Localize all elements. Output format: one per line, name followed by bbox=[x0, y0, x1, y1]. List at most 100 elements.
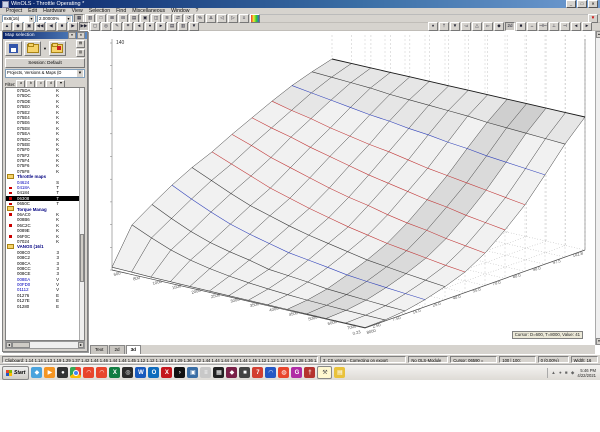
toolbar2-button-12[interactable]: ◄ bbox=[134, 22, 144, 31]
toolbar2-button-0[interactable]: ▲ bbox=[2, 22, 12, 31]
session-button[interactable]: Session: Default bbox=[5, 58, 85, 68]
scroll-down-arrow[interactable]: ▼ bbox=[596, 338, 600, 345]
panel-horizontal-scrollbar[interactable]: ◄ ► bbox=[5, 341, 85, 349]
svg-text:2.50: 2.50 bbox=[372, 322, 382, 329]
minimize-button[interactable]: _ bbox=[566, 0, 576, 8]
toolbar2-button-11[interactable]: ⌗ bbox=[123, 22, 133, 31]
scroll-thumb[interactable] bbox=[12, 342, 30, 348]
svg-text:600: 600 bbox=[113, 270, 122, 277]
plot-vertical-scrollbar[interactable]: ▲ ▼ bbox=[595, 31, 600, 345]
toolbar1-button-13[interactable]: ◁ bbox=[217, 14, 227, 23]
toolbar2r-button-6[interactable]: ◆ bbox=[494, 22, 504, 31]
scroll-up-arrow[interactable]: ▲ bbox=[596, 31, 600, 38]
toolbar2-button-13[interactable]: ● bbox=[145, 22, 155, 31]
maroon-app-icon[interactable]: ◆ bbox=[226, 367, 238, 378]
maximize-button[interactable]: □ bbox=[577, 0, 587, 8]
red-marker-icon bbox=[9, 235, 12, 238]
toolbar2r-button-12[interactable]: ⊣ bbox=[560, 22, 570, 31]
media-player-icon[interactable]: ▶ bbox=[44, 367, 56, 378]
menu-item-hardware[interactable]: Hardware bbox=[40, 8, 69, 14]
red-seven-app-icon[interactable]: 7 bbox=[252, 367, 264, 378]
blue-circle-app-icon[interactable]: ◠ bbox=[265, 367, 277, 378]
toolbar2-button-6[interactable]: ▶ bbox=[68, 22, 78, 31]
yellow-window-app-icon[interactable]: ▤ bbox=[334, 367, 346, 378]
toolbar1-button-12[interactable]: Δ bbox=[206, 14, 216, 23]
toolbar2r-button-8[interactable]: ■ bbox=[516, 22, 526, 31]
toolbar2-button-14[interactable]: ► bbox=[156, 22, 166, 31]
toolbar2-button-8[interactable]: ▢ bbox=[90, 22, 100, 31]
export-button[interactable]: ▤ bbox=[76, 39, 85, 48]
swirl-app-icon-2[interactable]: ◠ bbox=[96, 367, 108, 378]
toolbar2r-button-0[interactable]: ♦ bbox=[428, 22, 438, 31]
notes-app-icon[interactable]: ≡ bbox=[200, 367, 212, 378]
color-scale-button[interactable] bbox=[250, 14, 260, 23]
menu-item-edit[interactable]: Edit bbox=[25, 8, 40, 14]
tab-2d[interactable]: 2d bbox=[109, 345, 125, 354]
toolbar2-button-4[interactable]: ◀ bbox=[46, 22, 56, 31]
start-button[interactable]: Start bbox=[2, 365, 30, 380]
toolbar2r-button-9[interactable]: ↔ bbox=[527, 22, 537, 31]
toolbar2-button-1[interactable]: ◆ bbox=[13, 22, 23, 31]
camera-app-icon[interactable]: ● bbox=[57, 367, 69, 378]
toolbar2-button-17[interactable]: ▼ bbox=[189, 22, 199, 31]
toolbar2r-button-13[interactable]: ◄ bbox=[571, 22, 581, 31]
outlook-icon[interactable]: O bbox=[148, 367, 160, 378]
import-file-button[interactable] bbox=[48, 40, 66, 56]
map-selection-title: Map selection bbox=[5, 33, 35, 38]
toolbar2-button-16[interactable]: ▥ bbox=[178, 22, 188, 31]
word-icon[interactable]: W bbox=[135, 367, 147, 378]
explorer-icon[interactable]: ▣ bbox=[187, 367, 199, 378]
map-selection-titlebar[interactable]: Map selection ▾ ✕ bbox=[3, 32, 87, 39]
toolbar2r-button-3[interactable]: ◅ bbox=[461, 22, 471, 31]
toolbar1-button-15[interactable]: ≡ bbox=[239, 14, 249, 23]
toolbar2-button-9[interactable]: ◎ bbox=[101, 22, 111, 31]
toolbar2r-button-2[interactable]: ▼ bbox=[450, 22, 460, 31]
toolbar2r-button-14[interactable]: ► bbox=[582, 22, 592, 31]
lens-app-icon[interactable]: ◎ bbox=[122, 367, 134, 378]
toolbar2-button-5[interactable]: ■ bbox=[57, 22, 67, 31]
menu-item-project[interactable]: Project bbox=[3, 8, 25, 14]
red-marker-icon bbox=[9, 191, 12, 195]
dark-app-icon[interactable]: ■ bbox=[239, 367, 251, 378]
tab-3d[interactable]: 3d bbox=[125, 345, 141, 354]
toolbar2-button-7[interactable]: ▶▶ bbox=[79, 22, 89, 31]
map-3d-view[interactable]: 600 800 1000 1500 2000 2500 3000 3500 4000 4500 50… bbox=[90, 31, 595, 345]
open-dropdown-arrow[interactable]: ▼ bbox=[43, 46, 47, 51]
scroll-right-arrow[interactable]: ► bbox=[78, 342, 84, 348]
map-row[interactable]: 01280 E bbox=[6, 304, 84, 309]
toolbar2-button-10[interactable]: ✎ bbox=[112, 22, 122, 31]
list-vertical-scrollbar[interactable] bbox=[79, 88, 84, 340]
open-project-button[interactable] bbox=[24, 40, 41, 56]
swirl-app-icon[interactable]: ◠ bbox=[83, 367, 95, 378]
toolbar2-button-2[interactable]: ▣ bbox=[24, 22, 34, 31]
close-button[interactable]: ✕ bbox=[588, 0, 598, 8]
tray-icons[interactable]: ▲ ● ■ ◆ bbox=[551, 370, 575, 376]
terminal-icon[interactable]: › bbox=[174, 367, 186, 378]
toolbar2r-button-4[interactable]: △ bbox=[472, 22, 482, 31]
properties-button[interactable]: ▥ bbox=[76, 48, 85, 57]
toolbar2-button-3[interactable]: ◀◀ bbox=[35, 22, 45, 31]
toolbar2r-button-10[interactable]: ⊣⊢ bbox=[538, 22, 548, 31]
screen-background bbox=[0, 380, 600, 432]
g-meter-app-icon[interactable]: G bbox=[291, 367, 303, 378]
tab-text[interactable]: Text bbox=[90, 345, 109, 354]
toolbar2-button-15[interactable]: ▤ bbox=[167, 22, 177, 31]
water-drop-app-icon[interactable]: ◆ bbox=[31, 367, 43, 378]
chrome-icon[interactable] bbox=[70, 367, 82, 378]
red-x-app-icon[interactable]: X bbox=[161, 367, 173, 378]
antenna-app-icon[interactable]: † bbox=[304, 367, 316, 378]
save-project-button[interactable] bbox=[5, 40, 22, 56]
wrench-winols-icon[interactable]: ⚒ bbox=[317, 366, 333, 379]
toolbar1-button-14[interactable]: ▷ bbox=[228, 14, 238, 23]
type-cell: T bbox=[56, 201, 59, 207]
toolbar2r-button-1[interactable]: † bbox=[439, 22, 449, 31]
view-dropdown[interactable]: Projects, Versions & Maps (D ▼ bbox=[5, 69, 85, 78]
photo-app-icon[interactable]: ▦ bbox=[213, 367, 225, 378]
excel-icon[interactable]: X bbox=[109, 367, 121, 378]
orange-ring-app-icon[interactable]: ◍ bbox=[278, 367, 290, 378]
toolbar2r-button-7[interactable]: 2d bbox=[505, 22, 515, 31]
toolbar2r-button-5[interactable]: ▻ bbox=[483, 22, 493, 31]
toolbar2r-button-11[interactable]: ⊥ bbox=[549, 22, 559, 31]
panel-pin-button[interactable]: ▾ bbox=[68, 32, 76, 39]
panel-close-button[interactable]: ✕ bbox=[77, 32, 85, 39]
